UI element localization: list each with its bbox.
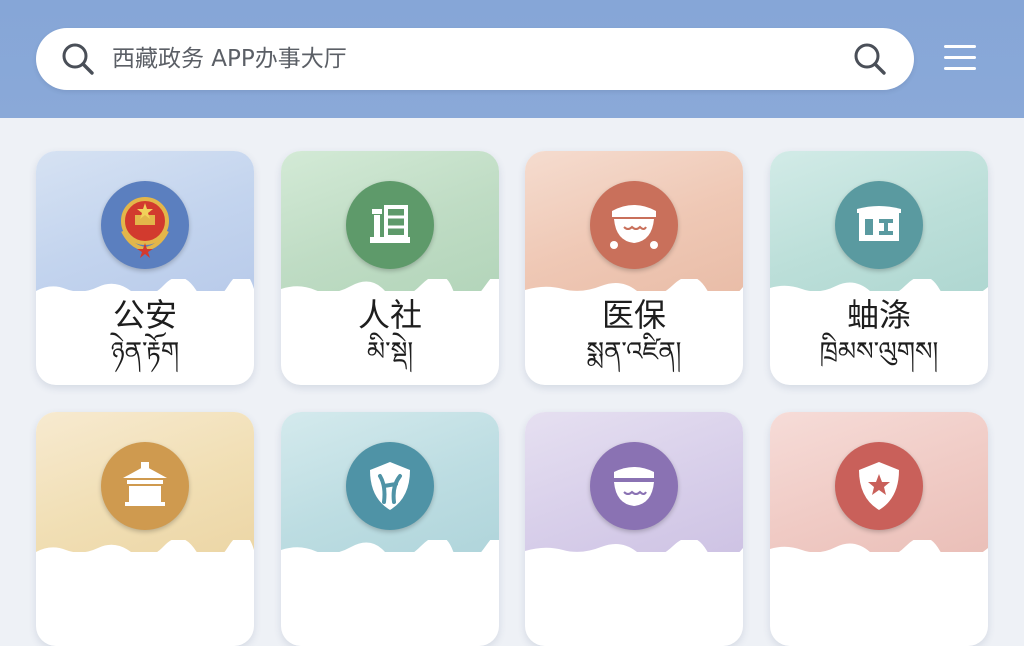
service-tile-8[interactable] xyxy=(770,412,988,646)
service-label-bo: སྨན་འཛིན། xyxy=(586,337,682,367)
service-tile-medical-insurance[interactable]: 医保 སྨན་འཛིན། xyxy=(525,151,743,385)
service-tile-social-security[interactable]: 人社 མི་སྡེ། xyxy=(281,151,499,385)
service-label-zh: 公安 xyxy=(112,296,177,334)
service-tile-police[interactable]: 公安 ཉེན་རྟོག xyxy=(36,151,254,385)
temple-icon xyxy=(101,442,189,530)
medical-bowl-icon xyxy=(590,181,678,269)
service-label-zh: 蚰涤 xyxy=(846,296,911,334)
service-label-bo: ཁྲིམས་ལུགས། xyxy=(819,337,939,367)
service-tile-6[interactable] xyxy=(281,412,499,646)
star-shield-icon xyxy=(835,442,923,530)
service-label-zh: 人社 xyxy=(357,296,422,334)
service-tile-5[interactable] xyxy=(36,412,254,646)
service-label-bo: མི་སྡེ། xyxy=(366,337,414,367)
police-emblem-icon xyxy=(101,181,189,269)
service-grid: 公安 ཉེན་རྟོག 人社 མི་སྡེ། 医保 སྨན་འཛིན། 蚰涤 ཁ… xyxy=(0,0,1024,646)
service-tile-legal[interactable]: 蚰涤 ཁྲིམས་ལུགས། xyxy=(770,151,988,385)
shield-icon xyxy=(346,442,434,530)
bowl-icon xyxy=(590,442,678,530)
service-label-bo: ཉེན་རྟོག xyxy=(110,337,180,367)
building-icon xyxy=(346,181,434,269)
document-icon xyxy=(835,181,923,269)
service-label-zh: 医保 xyxy=(601,296,666,334)
service-tile-7[interactable] xyxy=(525,412,743,646)
